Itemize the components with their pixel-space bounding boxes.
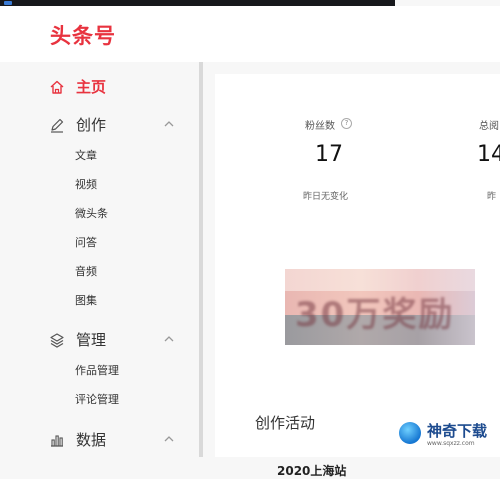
nav-home-label: 主页: [76, 78, 107, 96]
app-icon: [4, 1, 12, 5]
fans-count-label: 粉丝数: [305, 121, 335, 132]
sidebar: 主页 创作 文章 视频 微头条 问答 音频 图集 管理 作品管理 评论管理 数据: [0, 62, 200, 457]
creation-activity-title: 创作活动: [255, 414, 316, 432]
watermark-url: www.sqxzz.com: [427, 440, 475, 447]
pen-icon: [48, 116, 66, 134]
promo-banner[interactable]: 30万奖励: [285, 269, 475, 345]
total-read-change: 昨: [487, 192, 497, 202]
nav-home[interactable]: 主页: [48, 76, 106, 97]
total-read-value: 14: [477, 142, 500, 167]
logo[interactable]: 头条号: [50, 20, 116, 50]
nav-item-micro-post[interactable]: 微头条: [75, 205, 108, 221]
bar-chart-icon: [48, 431, 66, 449]
nav-data[interactable]: 数据: [48, 429, 106, 450]
nav-data-label: 数据: [76, 431, 107, 449]
total-read-label: 总阅: [479, 121, 499, 132]
nav-item-qa[interactable]: 问答: [75, 234, 97, 250]
nav-item-video[interactable]: 视频: [75, 176, 97, 192]
watermark-logo-icon: [399, 422, 421, 444]
nav-item-works-manage[interactable]: 作品管理: [75, 362, 119, 378]
nav-create-label: 创作: [76, 116, 107, 134]
nav-manage-label: 管理: [76, 331, 107, 349]
activity-item-title[interactable]: 2020上海站: [277, 462, 346, 479]
chevron-up-icon[interactable]: [163, 433, 175, 445]
fans-count-change: 昨日无变化: [303, 192, 349, 202]
nav-create[interactable]: 创作: [48, 114, 106, 135]
nav-item-gallery[interactable]: 图集: [75, 292, 97, 308]
chevron-up-icon[interactable]: [163, 118, 175, 130]
site-watermark: 神奇下载 www.sqxzz.com: [393, 418, 500, 457]
nav-item-article[interactable]: 文章: [75, 147, 97, 163]
dashboard-card: 粉丝数 ? 17 昨日无变化 总阅 14 昨 30万奖励 创作活动 2020上海…: [215, 74, 500, 478]
chevron-up-icon[interactable]: [163, 333, 175, 345]
home-icon: [48, 78, 66, 96]
promo-banner-graphic: 30万奖励: [295, 295, 455, 335]
header: 头条号: [0, 6, 500, 62]
nav-item-comments-manage[interactable]: 评论管理: [75, 391, 119, 407]
layers-icon: [48, 331, 66, 349]
nav-item-audio[interactable]: 音频: [75, 263, 97, 279]
watermark-name: 神奇下载: [427, 422, 488, 440]
fans-count-value: 17: [315, 142, 343, 167]
nav-manage[interactable]: 管理: [48, 329, 106, 350]
help-icon[interactable]: ?: [341, 118, 352, 129]
main-content: 粉丝数 ? 17 昨日无变化 总阅 14 昨 30万奖励 创作活动 2020上海…: [203, 62, 500, 478]
